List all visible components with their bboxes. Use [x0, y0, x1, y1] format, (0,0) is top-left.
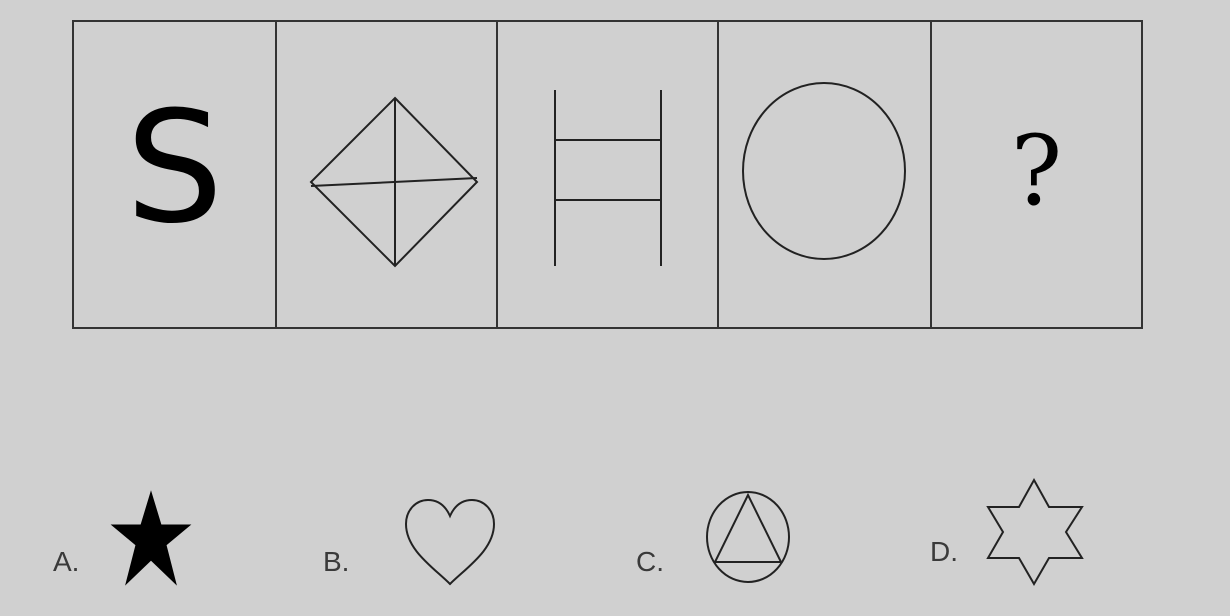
circle-icon [742, 82, 906, 260]
triangle-in-circle-icon [706, 491, 790, 583]
ladder-two-rungs-icon [554, 90, 662, 266]
heart-outline-icon [404, 498, 496, 586]
question-cell-2 [275, 22, 496, 327]
option-b[interactable]: B. [320, 470, 510, 600]
option-c[interactable]: C. [634, 470, 804, 600]
six-point-star-outline-icon [986, 477, 1084, 587]
question-mark: ? [1010, 114, 1063, 227]
question-cell-5: ? [930, 22, 1141, 327]
option-a[interactable]: A. [50, 470, 200, 600]
question-cell-4 [717, 22, 930, 327]
option-d[interactable]: D. [928, 470, 1098, 600]
question-cell-1: S [74, 22, 275, 327]
option-d-label: D. [930, 536, 958, 567]
question-strip: S ? [72, 20, 1143, 329]
option-a-label: A. [53, 546, 80, 577]
option-b-label: B. [323, 546, 350, 577]
diamond-with-crossed-diagonals-icon [309, 96, 479, 268]
filled-star-icon [110, 490, 192, 586]
question-cell-3 [496, 22, 717, 327]
option-c-label: C. [636, 546, 664, 577]
letter-s: S [125, 78, 224, 258]
